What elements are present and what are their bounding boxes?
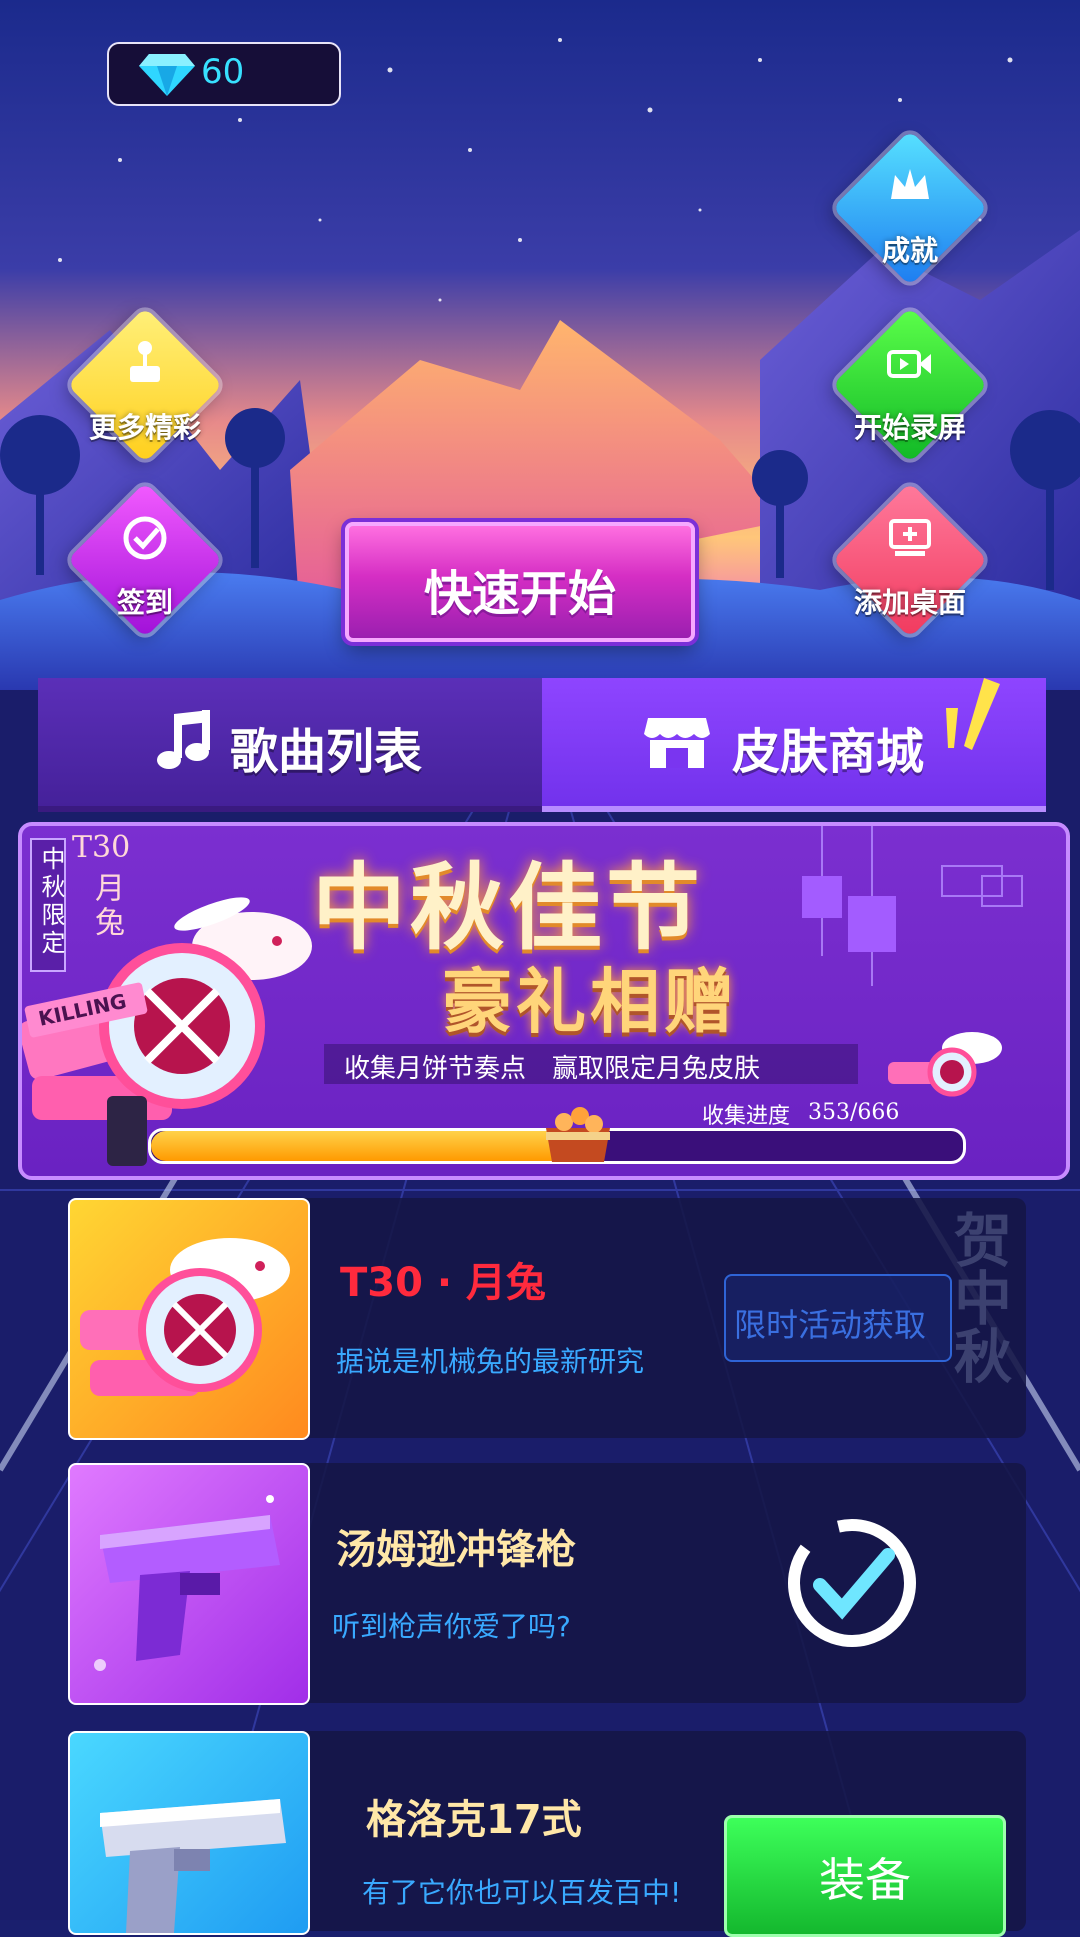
add-to-desktop-button[interactable]: 添加桌面: [832, 482, 988, 638]
tab-skin-shop-label: 皮肤商城: [732, 724, 925, 780]
sparkle-decoration: [946, 678, 1000, 750]
quick-start-label: 快速开始: [423, 566, 616, 622]
selected-check-icon[interactable]: [784, 1515, 920, 1651]
tab-skin-shop[interactable]: 皮肤商城: [542, 678, 1046, 812]
achievement-label: 成就: [881, 234, 938, 267]
banner-description: 收集月饼节奏点 赢取限定月兔皮肤: [344, 1054, 761, 1084]
equip-label: 装备: [819, 1853, 911, 1907]
skin-thumbnail: [68, 1731, 310, 1935]
quick-start-button[interactable]: 快速开始: [345, 522, 695, 642]
rabbit-gun-thumbnail-icon: [80, 1238, 290, 1396]
currency-display: 60: [107, 42, 341, 106]
skin-name: T30 · 月兔: [340, 1260, 546, 1306]
lantern-decoration: [802, 826, 1023, 986]
skin-name: 格洛克17式: [366, 1797, 582, 1843]
mid-autumn-stamp: 贺中秋: [944, 1210, 1012, 1384]
music-note-icon: [157, 710, 210, 769]
tab-song-list-label: 歌曲列表: [230, 724, 423, 780]
video-camera-icon: [887, 350, 931, 378]
skin-description: 据说是机械兔的最新研究: [336, 1345, 645, 1378]
skin-card-thompson[interactable]: 汤姆逊冲锋枪 听到枪声你爱了吗?: [68, 1463, 1026, 1705]
diamond-icon: [139, 54, 195, 96]
equip-button[interactable]: 装备: [724, 1815, 1006, 1937]
mid-autumn-event-banner[interactable]: 中秋限定 T30 月兔 KILLING 中秋佳节 豪礼相赠 收集月饼节奏点 赢取…: [18, 822, 1070, 1180]
progress-value: 353/666: [808, 1100, 900, 1125]
limited-event-label: 限时活动获取: [734, 1306, 927, 1344]
banner-description-strip: 收集月饼节奏点 赢取限定月兔皮肤: [324, 1044, 858, 1084]
more-games-label: 更多精彩: [88, 411, 201, 444]
limited-event-button[interactable]: 限时活动获取: [724, 1274, 952, 1362]
crown-icon: [891, 169, 929, 199]
check-circle-icon: [123, 516, 167, 560]
achievement-button[interactable]: 成就: [832, 130, 988, 286]
joystick-icon: [130, 341, 160, 382]
skin-code: T30: [72, 830, 131, 865]
record-screen-button[interactable]: 开始录屏: [832, 307, 988, 463]
progress-label: 收集进度: [702, 1104, 791, 1129]
skin-name: 汤姆逊冲锋枪: [336, 1527, 576, 1573]
silver-pistol-icon: [100, 1799, 286, 1933]
skin-description: 听到枪声你爱了吗?: [332, 1610, 571, 1643]
mooncake-box-icon: [546, 1107, 611, 1162]
purple-pistol-icon: [94, 1495, 280, 1671]
add-desktop-icon: [889, 519, 931, 556]
skin-card-glock17[interactable]: 格洛克17式 有了它你也可以百发百中! 装备: [68, 1731, 1026, 1937]
small-rabbit-gun-icon: [888, 1032, 1002, 1097]
skin-description: 有了它你也可以百发百中!: [362, 1876, 682, 1909]
currency-count: 60: [201, 52, 245, 92]
banner-subtitle: 豪礼相赠: [442, 961, 738, 1043]
progress-fill: [151, 1131, 582, 1161]
more-games-button[interactable]: 更多精彩: [67, 307, 223, 463]
skin-thumbnail: [68, 1463, 310, 1705]
skin-thumbnail: [68, 1198, 310, 1440]
checkin-label: 签到: [116, 586, 173, 619]
add-to-desktop-label: 添加桌面: [853, 586, 966, 619]
tab-song-list[interactable]: 歌曲列表: [38, 678, 542, 812]
skin-card-t30-rabbit[interactable]: T30 · 月兔 据说是机械兔的最新研究 限时活动获取 贺中秋: [68, 1198, 1026, 1440]
record-screen-label: 开始录屏: [853, 411, 966, 444]
shop-icon: [644, 718, 710, 768]
checkin-button[interactable]: 签到: [67, 482, 223, 638]
